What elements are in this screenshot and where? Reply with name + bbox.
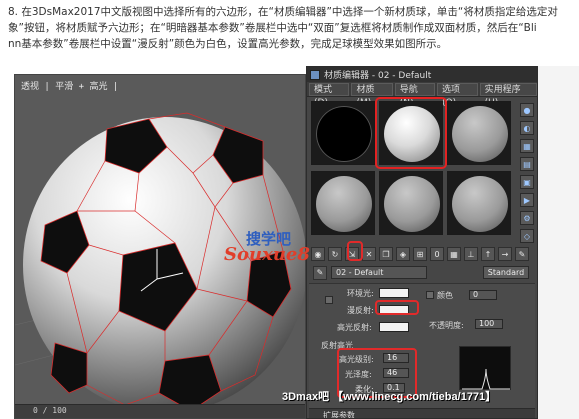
self-illum-spinner[interactable]: 0 bbox=[469, 290, 497, 300]
lock-ambient-diffuse-icon[interactable] bbox=[325, 296, 333, 304]
put-to-scene-icon[interactable]: ↻ bbox=[328, 247, 342, 261]
ambient-label: 环境光: bbox=[347, 289, 374, 298]
highlight-curve bbox=[462, 368, 510, 390]
material-editor-title: 材质编辑器 - 02 - Default bbox=[324, 71, 432, 81]
material-slot-1[interactable] bbox=[311, 101, 375, 165]
color-label: 颜色 bbox=[437, 291, 453, 300]
opacity-label: 不透明度: bbox=[429, 321, 464, 330]
material-type-button[interactable]: Standard bbox=[483, 266, 529, 279]
reset-material-icon[interactable]: ✕ bbox=[362, 247, 376, 261]
material-editor-menubar: 模式(D) 材质(M) 导航(N) 选项(O) 实用程序(U) bbox=[307, 82, 537, 108]
material-slot-4[interactable] bbox=[311, 171, 375, 235]
material-editor-icon bbox=[310, 69, 320, 80]
uv-tiling-icon[interactable]: ▤ bbox=[520, 157, 534, 171]
assign-button-highlight-box bbox=[347, 241, 363, 261]
material-slot-6[interactable] bbox=[447, 171, 511, 235]
show-end-result-icon[interactable]: ⊥ bbox=[464, 247, 478, 261]
video-check-icon[interactable]: ▣ bbox=[520, 175, 534, 189]
timeline-frame: 0 / 100 bbox=[33, 406, 67, 415]
ambient-color-swatch[interactable] bbox=[379, 288, 409, 298]
make-copy-icon[interactable]: ❐ bbox=[379, 247, 393, 261]
make-preview-icon[interactable]: ▶ bbox=[520, 193, 534, 207]
side-toolbar: ● ◐ ▦ ▤ ▣ ▶ ⚙ ◇ bbox=[520, 103, 534, 243]
backlight-icon[interactable]: ◐ bbox=[520, 121, 534, 135]
menu-navigation[interactable]: 导航(N) bbox=[394, 82, 436, 108]
watermark-site: Souxue8 bbox=[224, 244, 310, 265]
rollout-label: 扩展参数 bbox=[323, 411, 355, 419]
material-sphere bbox=[316, 106, 372, 162]
put-to-library-icon[interactable]: ⊞ bbox=[413, 247, 427, 261]
go-to-parent-icon[interactable]: ↑ bbox=[481, 247, 495, 261]
show-in-viewport-icon[interactable]: ▦ bbox=[447, 247, 461, 261]
material-slot-3[interactable] bbox=[447, 101, 511, 165]
background-icon[interactable]: ▦ bbox=[520, 139, 534, 153]
material-editor-titlebar[interactable]: 材质编辑器 - 02 - Default bbox=[307, 67, 537, 82]
eyedropper-icon[interactable]: ✎ bbox=[313, 265, 327, 280]
sample-type-icon[interactable]: ● bbox=[520, 103, 534, 117]
go-forward-sibling-icon[interactable]: → bbox=[498, 247, 512, 261]
specular-color-swatch[interactable] bbox=[379, 322, 409, 332]
instruction-line-2: 象”按钮，将材质赋予六边形；在“明暗器基本参数”卷展栏中选中“双面”复选框将材质… bbox=[8, 22, 537, 34]
material-sphere bbox=[452, 106, 508, 162]
select-by-material-icon[interactable]: ◇ bbox=[520, 229, 534, 243]
footer-watermark: 3Dmax吧 【www.linecg.com/tieba/1771】 bbox=[282, 391, 497, 403]
extended-params-rollout[interactable]: 扩展参数 bbox=[309, 408, 535, 419]
material-sphere bbox=[452, 176, 508, 232]
diffuse-highlight-box bbox=[375, 300, 419, 315]
material-name-row: ✎ 02 - Default Standard bbox=[309, 265, 537, 280]
menu-utilities[interactable]: 实用程序(U) bbox=[479, 82, 537, 108]
menu-options[interactable]: 选项(O) bbox=[437, 82, 478, 108]
pick-from-object-icon[interactable]: ✎ bbox=[515, 247, 529, 261]
menu-material[interactable]: 材质(M) bbox=[351, 82, 393, 108]
instruction-text: 8. 在3DsMax2017中文版视图中选择所有的六边形，在“材质编辑器”中选择… bbox=[8, 4, 576, 52]
material-id-icon[interactable]: 0 bbox=[430, 247, 444, 261]
color-checkbox[interactable] bbox=[426, 291, 434, 299]
highlight-curve-graph bbox=[459, 346, 511, 390]
make-unique-icon[interactable]: ◈ bbox=[396, 247, 410, 261]
material-name-field[interactable]: 02 - Default bbox=[331, 266, 427, 279]
diffuse-label: 漫反射: bbox=[347, 306, 374, 315]
instruction-line-1: 8. 在3DsMax2017中文版视图中选择所有的六边形，在“材质编辑器”中选择… bbox=[8, 6, 558, 18]
material-sphere bbox=[316, 176, 372, 232]
timeline-bar[interactable]: 0 / 100 bbox=[15, 404, 305, 418]
material-editor-window[interactable]: 材质编辑器 - 02 - Default 模式(D) 材质(M) 导航(N) 选… bbox=[306, 66, 538, 419]
specular-label: 高光反射: bbox=[337, 323, 372, 332]
options-icon[interactable]: ⚙ bbox=[520, 211, 534, 225]
opacity-spinner[interactable]: 100 bbox=[475, 319, 503, 329]
material-slot-5[interactable] bbox=[379, 171, 443, 235]
material-toolbar: ◉ ↻ ⇲ ✕ ❐ ◈ ⊞ 0 ▦ ⊥ ↑ → ✎ bbox=[309, 245, 537, 263]
material-sample-slots bbox=[311, 97, 511, 239]
menu-mode[interactable]: 模式(D) bbox=[309, 82, 350, 108]
instruction-line-3: nn基本参数”卷展栏中设置“漫反射”颜色为白色，设置高光参数，完成足球模型效果如… bbox=[8, 38, 448, 50]
viewport-label[interactable]: 透视 | 平滑 + 高光 | bbox=[21, 79, 118, 92]
material-sphere bbox=[384, 176, 440, 232]
get-material-icon[interactable]: ◉ bbox=[311, 247, 325, 261]
page-margin bbox=[538, 66, 579, 419]
selected-slot-highlight bbox=[375, 97, 447, 169]
